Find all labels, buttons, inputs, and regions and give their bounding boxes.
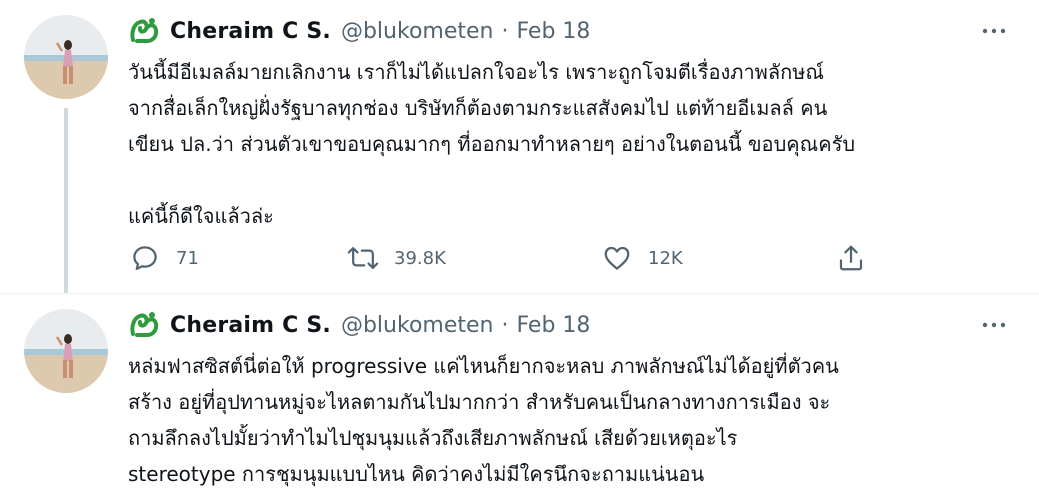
reply-count: 71 [176,247,199,269]
like-button[interactable]: 12K [600,238,683,278]
share-icon [834,241,868,275]
author-display-name[interactable]: Cheraim C S. [170,19,331,44]
more-dots-icon[interactable] [979,308,1009,342]
retweet-button[interactable]: 39.8K [346,238,446,278]
green-thai-letter-logo-icon [128,16,162,46]
tweet-text-line: สร้าง อยู่ที่อุปทานหมู่จะไหลตามกันไปมากก… [128,390,831,414]
avatar-photo [24,309,108,393]
tweet-text-line: วันนี้มีอีเมลล์มายกเลิกงาน เราก็ไม่ได้แป… [128,60,824,84]
tweet-text-line: ถามลึกลงไปมั้ยว่าทำไมไปชุมนุมแล้วถึงเสีย… [128,426,738,450]
tweet-text-line: หล่มฟาสซิสต์นี่ต่อให้ progressive แค่ไหน… [128,354,839,378]
reply-icon [128,241,162,275]
more-dots-icon[interactable] [979,14,1009,48]
tweet-text: หล่มฟาสซิสต์นี่ต่อให้ progressive แค่ไหน… [128,348,1019,492]
author-handle[interactable]: @blukometen [341,19,494,44]
tweet-text: วันนี้มีอีเมลล์มายกเลิกงาน เราก็ไม่ได้แป… [128,54,1019,234]
tweet-date[interactable]: Feb 18 [516,19,590,44]
tweet-text-line: stereotype การชุมนุมแบบไหน คิดว่าคงไม่มี… [128,462,705,486]
author-display-name[interactable]: Cheraim C S. [170,313,331,338]
heart-icon [600,241,634,275]
tweet-text-line: เขียน ปล.ว่า ส่วนตัวเขาขอบคุณมากๆ ที่ออก… [128,132,856,156]
separator-dot: · [501,18,509,44]
tweet-text-line: แค่นี้ก็ดีใจแล้วล่ะ [128,204,274,228]
avatar[interactable] [24,15,108,99]
separator-dot: · [501,312,509,338]
reply-button[interactable]: 71 [128,238,199,278]
tweet-date[interactable]: Feb 18 [516,313,590,338]
green-thai-letter-logo-icon [128,310,162,340]
like-count: 12K [648,247,683,269]
avatar[interactable] [24,309,108,393]
retweet-icon [346,241,380,275]
retweet-count: 39.8K [394,247,446,269]
tweet-actions: 71 39.8K 12K [128,238,888,278]
avatar-photo [24,15,108,99]
tweet-text-line: จากสื่อเล็กใหญ่ฝั่งรัฐบาลทุกช่อง บริษัทก… [128,96,828,120]
tweet[interactable]: Cheraim C S. @blukometen · Feb 18 วันนี้… [0,0,1039,294]
share-button[interactable] [834,238,868,278]
thread-connector-line [64,108,68,294]
tweet-header: Cheraim C S. @blukometen · Feb 18 [128,14,1009,48]
tweet-header: Cheraim C S. @blukometen · Feb 18 [128,308,1009,342]
tweet[interactable]: Cheraim C S. @blukometen · Feb 18 หล่มฟา… [0,293,1039,495]
author-handle[interactable]: @blukometen [341,313,494,338]
